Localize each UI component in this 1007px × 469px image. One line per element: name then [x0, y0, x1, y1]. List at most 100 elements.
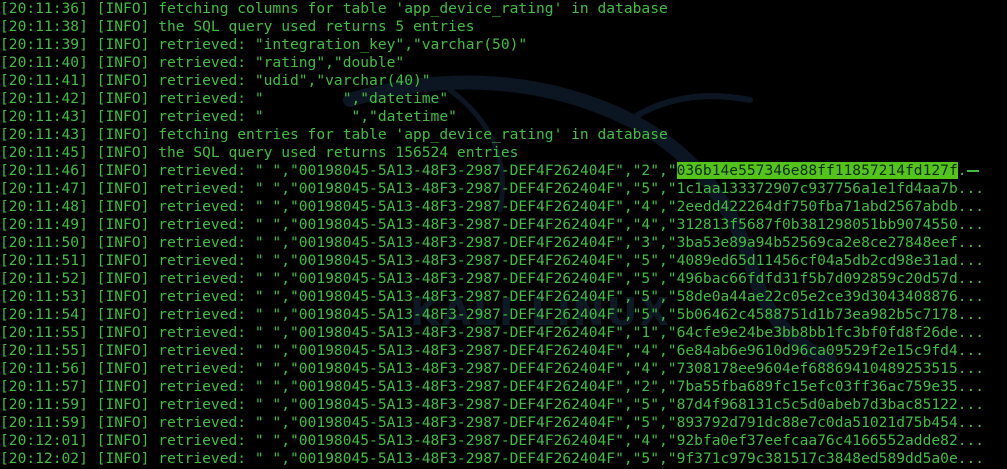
log-level: [INFO]: [96, 270, 150, 287]
log-message: retrieved: " ","00198045-5A13-48F3-2987-…: [158, 450, 985, 467]
log-timestamp: [20:11:54]: [0, 306, 88, 323]
log-level: [INFO]: [96, 396, 150, 413]
log-line: [20:11:55] [INFO] retrieved: " ","001980…: [0, 342, 1007, 360]
log-timestamp: [20:12:02]: [0, 450, 88, 467]
log-line: [20:11:56] [INFO] retrieved: " ","001980…: [0, 360, 1007, 378]
log-line: [20:11:49] [INFO] retrieved: " ","001980…: [0, 216, 1007, 234]
log-level: [INFO]: [96, 18, 150, 35]
log-message: retrieved: " ","00198045-5A13-48F3-2987-…: [158, 378, 985, 395]
log-level: [INFO]: [96, 306, 150, 323]
log-line: [20:11:41] [INFO] retrieved: "udid","var…: [0, 72, 1007, 90]
log-line: [20:11:39] [INFO] retrieved: "integratio…: [0, 36, 1007, 54]
log-level: [INFO]: [96, 450, 150, 467]
log-line: [20:11:40] [INFO] retrieved: "rating","d…: [0, 54, 1007, 72]
log-level: [INFO]: [96, 324, 150, 341]
log-level: [INFO]: [96, 126, 150, 143]
log-line: [20:12:02] [INFO] retrieved: " ","001980…: [0, 450, 1007, 468]
log-timestamp: [20:11:40]: [0, 54, 88, 71]
log-line: [20:11:52] [INFO] retrieved: " ","001980…: [0, 270, 1007, 288]
log-message: retrieved: " ","00198045-5A13-48F3-2987-…: [158, 432, 985, 449]
log-message: retrieved: " ","datetime": [158, 108, 457, 125]
log-timestamp: [20:11:36]: [0, 0, 88, 17]
log-timestamp: [20:11:57]: [0, 378, 88, 395]
log-line: [20:11:38] [INFO] the SQL query used ret…: [0, 18, 1007, 36]
log-timestamp: [20:11:59]: [0, 396, 88, 413]
log-message: fetching columns for table 'app_device_r…: [158, 0, 668, 17]
log-timestamp: [20:11:41]: [0, 72, 88, 89]
log-level: [INFO]: [96, 378, 150, 395]
log-timestamp: [20:11:47]: [0, 180, 88, 197]
log-timestamp: [20:11:43]: [0, 108, 88, 125]
log-level: [INFO]: [96, 72, 150, 89]
log-line: [20:11:45] [INFO] the SQL query used ret…: [0, 144, 1007, 162]
log-message: retrieved: " ","00198045-5A13-48F3-2987-…: [158, 180, 985, 197]
log-timestamp: [20:11:46]: [0, 162, 88, 179]
log-message: the SQL query used returns 156524 entrie…: [158, 144, 519, 161]
log-message: retrieved: " ","00198045-5A13-48F3-2987-…: [158, 288, 985, 305]
log-level: [INFO]: [96, 162, 150, 179]
log-level: [INFO]: [96, 180, 150, 197]
log-message: retrieved: "integration_key","varchar(50…: [158, 36, 528, 53]
log-level: [INFO]: [96, 342, 150, 359]
log-level: [INFO]: [96, 198, 150, 215]
log-line: [20:11:43] [INFO] retrieved: " ","dateti…: [0, 108, 1007, 126]
log-level: [INFO]: [96, 0, 150, 17]
log-line: [20:11:59] [INFO] retrieved: " ","001980…: [0, 396, 1007, 414]
log-timestamp: [20:11:55]: [0, 324, 88, 341]
log-message: retrieved: " ","00198045-5A13-48F3-2987-…: [158, 342, 985, 359]
log-level: [INFO]: [96, 144, 150, 161]
log-level: [INFO]: [96, 54, 150, 71]
log-line: [20:11:57] [INFO] retrieved: " ","001980…: [0, 378, 1007, 396]
log-timestamp: [20:11:53]: [0, 288, 88, 305]
log-message: fetching entries for table 'app_device_r…: [158, 126, 668, 143]
log-line: [20:11:42] [INFO] retrieved: " ","dateti…: [0, 90, 1007, 108]
log-level: [INFO]: [96, 252, 150, 269]
log-message: the SQL query used returns 5 entries: [158, 18, 475, 35]
log-timestamp: [20:11:49]: [0, 216, 88, 233]
log-timestamp: [20:12:01]: [0, 432, 88, 449]
log-message: retrieved: " ","00198045-5A13-48F3-2987-…: [158, 270, 985, 287]
log-timestamp: [20:11:59]: [0, 414, 88, 431]
log-message: retrieved: " ","00198045-5A13-48F3-2987-…: [158, 396, 985, 413]
log-message: retrieved: " ","00198045-5A13-48F3-2987-…: [158, 324, 985, 341]
log-line: [20:12:01] [INFO] retrieved: " ","001980…: [0, 432, 1007, 450]
log-line: [20:11:59] [INFO] retrieved: " ","001980…: [0, 414, 1007, 432]
log-line: [20:11:43] [INFO] fetching entries for t…: [0, 126, 1007, 144]
log-line: [20:11:48] [INFO] retrieved: " ","001980…: [0, 198, 1007, 216]
log-level: [INFO]: [96, 90, 150, 107]
log-timestamp: [20:11:48]: [0, 198, 88, 215]
log-message: retrieved: " ","00198045-5A13-48F3-2987-…: [158, 252, 985, 269]
log-level: [INFO]: [96, 234, 150, 251]
log-timestamp: [20:11:39]: [0, 36, 88, 53]
log-message: retrieved: " ","00198045-5A13-48F3-2987-…: [158, 234, 985, 251]
terminal-cursor: [966, 170, 979, 172]
log-timestamp: [20:11:38]: [0, 18, 88, 35]
log-level: [INFO]: [96, 36, 150, 53]
log-level: [INFO]: [96, 432, 150, 449]
log-line: [20:11:50] [INFO] retrieved: " ","001980…: [0, 234, 1007, 252]
log-line: [20:11:53] [INFO] retrieved: " ","001980…: [0, 288, 1007, 306]
log-level: [INFO]: [96, 360, 150, 377]
log-timestamp: [20:11:55]: [0, 342, 88, 359]
log-line: [20:11:51] [INFO] retrieved: " ","001980…: [0, 252, 1007, 270]
log-line: [20:11:47] [INFO] retrieved: " ","001980…: [0, 180, 1007, 198]
log-tail: .: [957, 162, 967, 179]
log-message: retrieved: " ","00198045-5A13-48F3-2987-…: [158, 162, 677, 179]
log-message: retrieved: " ","00198045-5A13-48F3-2987-…: [158, 360, 985, 377]
log-level: [INFO]: [96, 216, 150, 233]
log-timestamp: [20:11:52]: [0, 270, 88, 287]
log-message: retrieved: " ","00198045-5A13-48F3-2987-…: [158, 414, 985, 431]
terminal-window[interactable]: KALI LINUX [20:11:36] [INFO] fetching co…: [0, 0, 1007, 469]
log-timestamp: [20:11:45]: [0, 144, 88, 161]
log-message: retrieved: " ","00198045-5A13-48F3-2987-…: [158, 306, 985, 323]
log-message: retrieved: " ","00198045-5A13-48F3-2987-…: [158, 198, 985, 215]
log-timestamp: [20:11:56]: [0, 360, 88, 377]
log-message: retrieved: " ","datetime": [158, 90, 449, 107]
log-line: [20:11:46] [INFO] retrieved: " ","001980…: [0, 162, 1007, 180]
log-line: [20:11:54] [INFO] retrieved: " ","001980…: [0, 306, 1007, 324]
log-level: [INFO]: [96, 414, 150, 431]
selected-hash-highlight[interactable]: 036b14e557346e88ff11857214fd127f: [676, 162, 958, 179]
log-timestamp: [20:11:42]: [0, 90, 88, 107]
log-timestamp: [20:11:50]: [0, 234, 88, 251]
log-timestamp: [20:11:51]: [0, 252, 88, 269]
